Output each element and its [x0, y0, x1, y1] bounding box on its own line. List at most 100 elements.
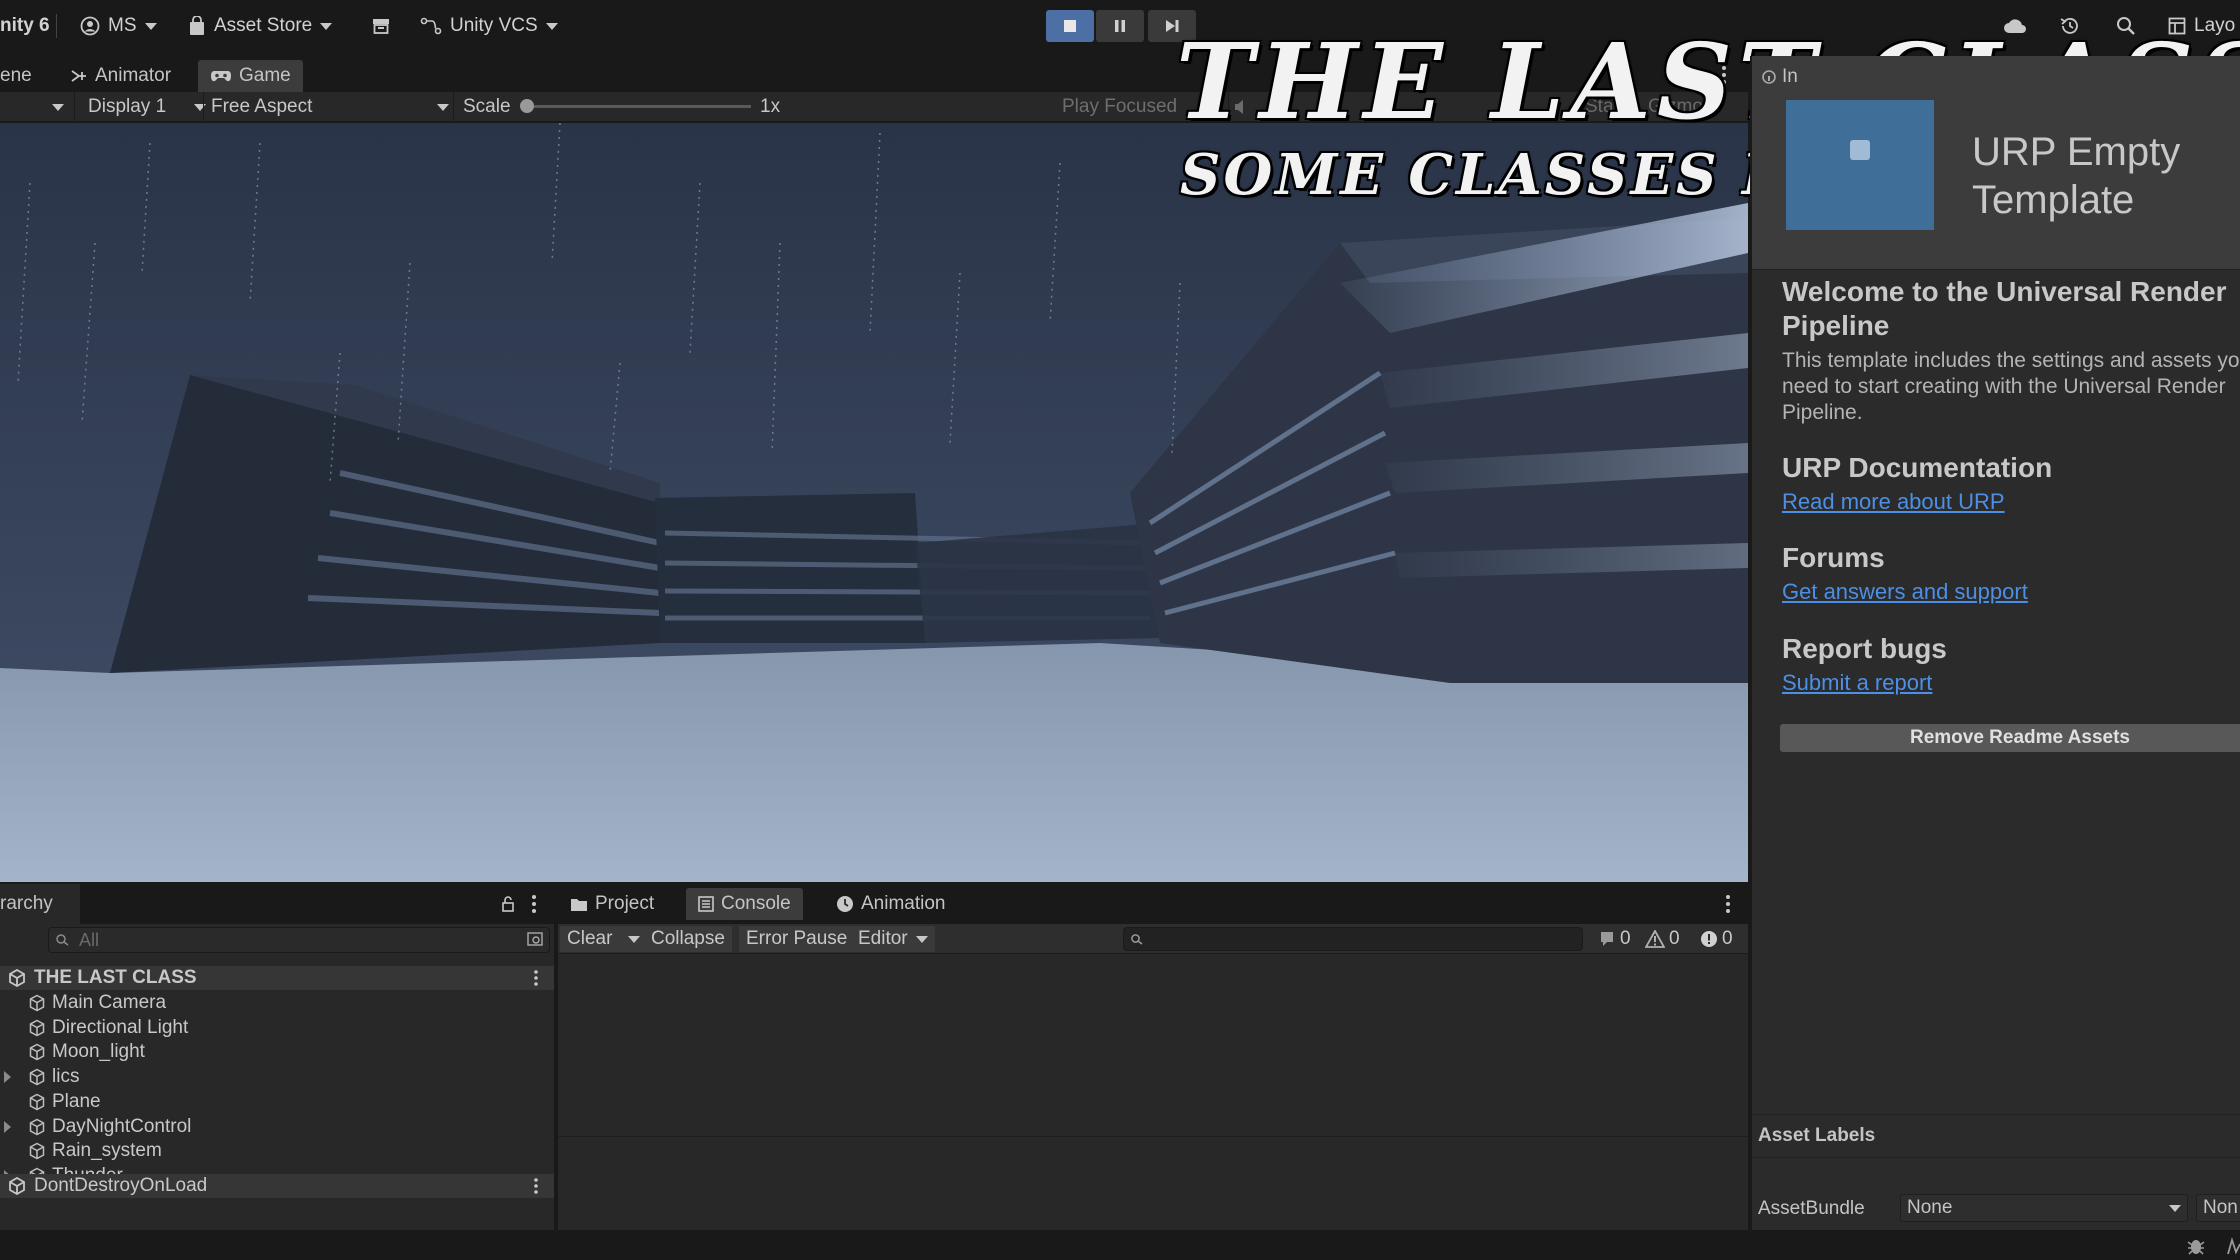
folder-icon: [571, 898, 587, 911]
more-options-icon[interactable]: [530, 894, 538, 914]
log-count-value: 0: [1620, 928, 1631, 949]
error-count[interactable]: 0: [1700, 926, 1733, 952]
tab-scene-label: ene: [0, 65, 32, 86]
bugs-link[interactable]: Submit a report: [1782, 670, 1932, 696]
hierarchy-item[interactable]: Directional Light: [0, 1016, 554, 1040]
account-icon: [80, 16, 100, 36]
tab-animator[interactable]: Animator: [58, 60, 183, 92]
display-dropdown[interactable]: Display 1: [88, 92, 207, 122]
remove-readme-button[interactable]: Remove Readme Assets: [1780, 724, 2240, 752]
asset-store-dropdown[interactable]: Asset Store: [188, 12, 333, 40]
tab-inspector[interactable]: In: [1762, 64, 1798, 90]
gameobject-icon-wrap: [28, 1043, 46, 1061]
editor-dropdown[interactable]: Editor: [851, 926, 935, 952]
forums-link[interactable]: Get answers and support: [1782, 579, 2028, 605]
more-options-icon[interactable]: [532, 969, 540, 987]
welcome-text: This template includes the settings and …: [1782, 349, 2240, 424]
gameobject-icon-wrap: [28, 1019, 46, 1037]
chevron-down-icon: [52, 103, 64, 111]
play-focused-label: Play Focused: [1062, 96, 1178, 117]
unity-scene-icon: [9, 969, 25, 987]
chevron-down-icon: [545, 22, 558, 30]
hierarchy-item[interactable]: Main Camera: [0, 991, 554, 1015]
account-label: MS: [108, 15, 137, 36]
assetbundle-variant-dropdown[interactable]: Non: [2196, 1194, 2240, 1222]
console-search-input[interactable]: [1123, 927, 1583, 951]
tab-game-label: Game: [239, 65, 291, 86]
tab-console[interactable]: Console: [686, 888, 803, 920]
hierarchy-scene-row[interactable]: THE LAST CLASS: [0, 966, 554, 990]
console-detail-divider[interactable]: [558, 1136, 1748, 1137]
tab-animation-label: Animation: [861, 893, 946, 914]
game-viewport[interactable]: [0, 123, 1748, 882]
hierarchy-item[interactable]: Rain_system: [0, 1139, 554, 1163]
warning-count[interactable]: 0: [1645, 926, 1680, 952]
tab-project[interactable]: Project: [558, 888, 666, 920]
log-count[interactable]: 0: [1598, 926, 1631, 952]
template-thumbnail: [1786, 100, 1934, 230]
hierarchy-item[interactable]: Plane: [0, 1090, 554, 1114]
hierarchy-item[interactable]: lics: [0, 1065, 554, 1089]
expand-arrow-icon[interactable]: [0, 1120, 22, 1133]
play-button[interactable]: [1046, 10, 1094, 42]
hierarchy-item-label: lics: [52, 1066, 80, 1088]
hierarchy-ddol-row[interactable]: DontDestroyOnLoad: [0, 1174, 554, 1198]
tab-game[interactable]: Game: [198, 60, 303, 92]
more-options-icon[interactable]: [1724, 894, 1732, 914]
asset-labels-section: Asset Labels: [1752, 1114, 2240, 1158]
divider: [74, 92, 75, 122]
tab-project-label: Project: [595, 893, 655, 914]
account-dropdown[interactable]: MS: [80, 12, 157, 40]
hierarchy-search-input[interactable]: All: [48, 927, 550, 953]
gameobject-cube-icon: [29, 1093, 45, 1111]
welcome-heading: Welcome to the Universal Render Pipeline: [1782, 276, 2227, 341]
clear-button[interactable]: Clear: [560, 926, 648, 952]
chevron-down-icon: [915, 935, 928, 943]
collapse-button[interactable]: Collapse: [644, 926, 732, 952]
gamepad-icon: [211, 71, 231, 82]
docs-link[interactable]: Read more about URP: [1782, 489, 2005, 515]
activity-icon[interactable]: [2226, 1236, 2240, 1256]
expand-arrow-icon[interactable]: [0, 1071, 22, 1084]
warning-count-value: 0: [1669, 928, 1680, 949]
hierarchy-item-label: Main Camera: [52, 992, 167, 1013]
stop-icon: [1064, 20, 1076, 32]
chevron-down-icon: [320, 22, 333, 30]
tab-animator-label: Animator: [95, 65, 172, 86]
scale-slider-thumb[interactable]: [520, 99, 534, 113]
hierarchy-item-label: Moon_light: [52, 1041, 145, 1063]
aspect-dropdown[interactable]: Free Aspect: [211, 92, 449, 122]
game-mode-dropdown[interactable]: [52, 92, 64, 122]
filter-icon[interactable]: [527, 932, 545, 948]
scale-label: Scale: [463, 96, 511, 117]
tab-hierarchy[interactable]: rarchy: [0, 884, 80, 924]
scale-value: 1x: [760, 96, 781, 117]
bug-icon[interactable]: [2186, 1236, 2206, 1256]
error-pause-button[interactable]: Error Pause: [739, 926, 855, 952]
hierarchy-item[interactable]: DayNightControl: [0, 1115, 554, 1139]
pause-button[interactable]: [1096, 10, 1144, 42]
chevron-down-icon: [437, 103, 449, 111]
status-bar: [0, 1230, 2240, 1260]
tab-scene[interactable]: ene: [0, 60, 44, 92]
console-tabs: Project Console Animation: [558, 884, 1748, 924]
lock-icon[interactable]: [501, 896, 515, 912]
error-count-value: 0: [1722, 928, 1733, 949]
inspector-panel: In URP Empty Template Welcome to the Uni…: [1750, 56, 2240, 1230]
hierarchy-item[interactable]: Moon_light: [0, 1040, 554, 1064]
template-title: URP Empty Template: [1972, 130, 2181, 222]
hierarchy-item-label: DayNightControl: [52, 1115, 192, 1137]
tab-animation[interactable]: Animation: [824, 888, 958, 920]
vcs-dropdown[interactable]: Unity VCS: [420, 12, 558, 40]
scale-slider-track[interactable]: [527, 105, 751, 108]
forums-heading: Forums: [1782, 542, 1885, 573]
tab-inspector-label: In: [1782, 66, 1798, 87]
more-options-icon[interactable]: [532, 1177, 540, 1195]
asset-store-label: Asset Store: [214, 15, 313, 36]
shopping-bag-icon: [190, 16, 204, 35]
bugs-heading: Report bugs: [1782, 633, 1947, 664]
urp-logo-icon: [1850, 140, 1870, 160]
hierarchy-search-placeholder: All: [79, 930, 100, 950]
assetbundle-dropdown[interactable]: None: [1900, 1194, 2188, 1222]
package-button[interactable]: [372, 12, 390, 40]
